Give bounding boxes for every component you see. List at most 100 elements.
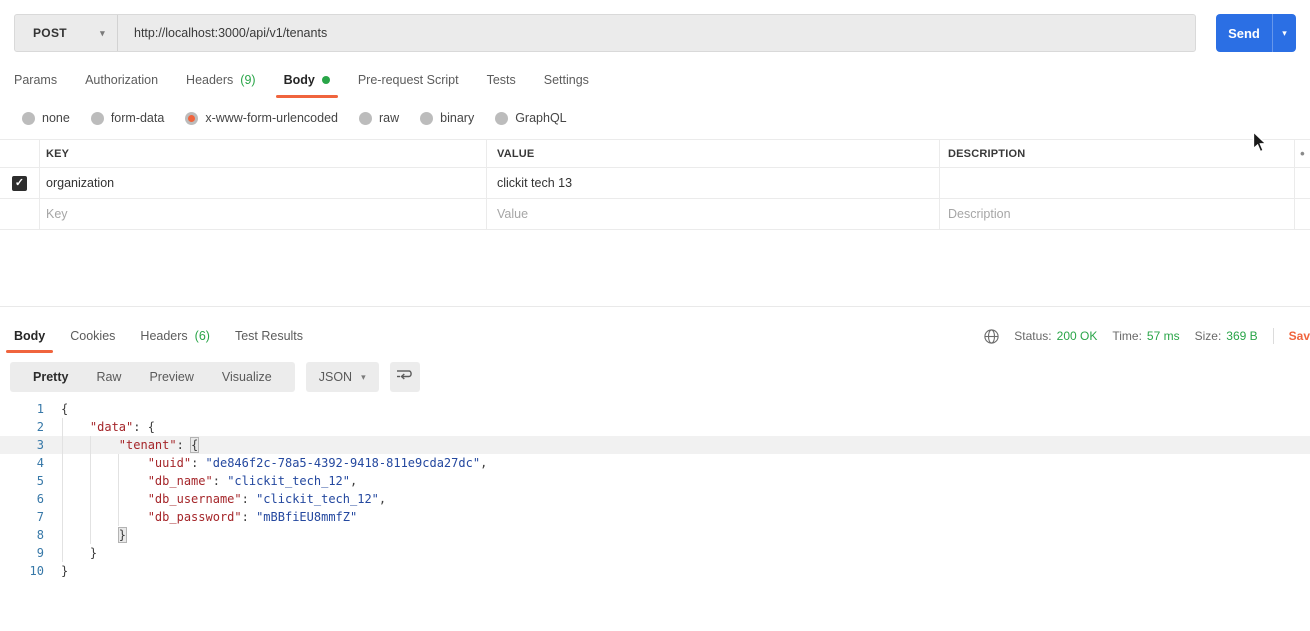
response-body-code: 1 {2 "data": {3 "tenant": {4 "uuid": "de8… xyxy=(0,400,1310,580)
meta-divider xyxy=(1272,328,1274,344)
tab-label: Body xyxy=(283,73,315,87)
json-punctuation xyxy=(61,456,148,470)
body-mode-label: GraphQL xyxy=(515,111,567,125)
code-line-content: } xyxy=(44,526,128,544)
body-mode-raw[interactable]: raw xyxy=(359,111,399,125)
line-number: 1 xyxy=(36,402,44,416)
key-input[interactable]: Key xyxy=(40,199,487,229)
code-line-3: 3 "tenant": { xyxy=(0,436,1310,454)
key-cell[interactable]: organization xyxy=(40,168,487,198)
json-punctuation xyxy=(61,546,90,560)
view-preview[interactable]: Preview xyxy=(135,362,207,392)
json-string-value: "mBBfiEU8mmfZ" xyxy=(256,510,358,524)
description-input[interactable]: Description xyxy=(940,199,1295,229)
radio-selected-icon[interactable] xyxy=(185,111,199,125)
tab-params[interactable]: Params xyxy=(14,64,57,96)
code-line-content: } xyxy=(44,562,68,580)
value-cell[interactable]: clickit tech 13 xyxy=(487,168,940,198)
code-line-7: 7 "db_password": "mBBfiEU8mmfZ" xyxy=(0,508,1310,526)
chevron-down-icon: ▾ xyxy=(100,27,105,38)
column-header-key: KEY xyxy=(40,140,487,167)
response-toolbar: Pretty Raw Preview Visualize JSON ▾ xyxy=(10,362,420,392)
json-punctuation: { xyxy=(61,402,69,416)
body-mode-form-data[interactable]: form-data xyxy=(90,111,164,125)
view-visualize[interactable]: Visualize xyxy=(208,362,286,392)
radio-icon[interactable] xyxy=(495,111,509,125)
time-value: 57 ms xyxy=(1146,329,1180,343)
line-number: 7 xyxy=(36,510,44,524)
code-line-2: 2 "data": { xyxy=(0,418,1310,436)
json-punctuation xyxy=(61,510,148,524)
body-mode-label: binary xyxy=(440,111,475,125)
table-header-row: KEY VALUE DESCRIPTION • xyxy=(0,139,1310,168)
json-punctuation: : xyxy=(212,474,228,488)
value-input[interactable]: Value xyxy=(487,199,940,229)
body-mode-x-www-form-urlencoded[interactable]: x-www-form-urlencoded xyxy=(185,111,338,125)
tab-test-results[interactable]: Test Results xyxy=(235,321,303,351)
method-label: POST xyxy=(33,26,67,40)
json-punctuation: : xyxy=(191,456,206,470)
body-mode-label: raw xyxy=(379,111,400,125)
tab-tests[interactable]: Tests xyxy=(487,64,516,96)
line-number: 4 xyxy=(36,456,44,470)
json-punctuation: , xyxy=(350,474,358,488)
body-mode-none[interactable]: none xyxy=(22,111,70,125)
send-options-chevron-icon[interactable]: ▾ xyxy=(1273,14,1296,52)
json-key: "db_password" xyxy=(147,510,242,524)
tab-authorization[interactable]: Authorization xyxy=(85,64,158,96)
description-cell[interactable] xyxy=(940,168,1295,198)
indent-guide xyxy=(62,418,63,562)
table-placeholder-row: Key Value Description xyxy=(0,199,1310,230)
code-line-9: 9 } xyxy=(0,544,1310,562)
send-label[interactable]: Send xyxy=(1216,14,1273,52)
column-header-value: VALUE xyxy=(487,140,940,167)
code-line-4: 4 "uuid": "de846f2c-78a5-4392-9418-811e9… xyxy=(0,454,1310,472)
language-select[interactable]: JSON ▾ xyxy=(305,362,379,392)
tab-body[interactable]: Body xyxy=(275,64,339,98)
tab-settings[interactable]: Settings xyxy=(544,64,589,96)
status-label: Status: xyxy=(1014,329,1052,343)
body-mode-graphql[interactable]: GraphQL xyxy=(495,111,567,125)
view-raw[interactable]: Raw xyxy=(82,362,135,392)
json-punctuation: { xyxy=(190,437,200,453)
tab-cookies[interactable]: Cookies xyxy=(70,321,115,351)
language-label: JSON xyxy=(318,370,353,384)
radio-icon[interactable] xyxy=(90,111,104,125)
method-select[interactable]: POST ▾ xyxy=(15,15,118,51)
radio-icon[interactable] xyxy=(359,111,372,125)
tab-pre-request-script[interactable]: Pre-request Script xyxy=(358,64,459,96)
tab-headers[interactable]: Headers (9) xyxy=(186,64,256,96)
table-options-icon[interactable]: • xyxy=(1295,140,1310,167)
url-input[interactable]: http://localhost:3000/api/v1/tenants xyxy=(118,15,1195,51)
tab-body[interactable]: Body xyxy=(5,321,54,353)
line-number: 8 xyxy=(36,528,44,542)
globe-icon[interactable] xyxy=(984,328,999,344)
line-number: 5 xyxy=(36,474,44,488)
row-checkbox[interactable]: ✓ xyxy=(12,175,27,191)
indent-guide xyxy=(118,454,119,526)
json-punctuation: : xyxy=(176,438,192,452)
json-punctuation xyxy=(61,420,90,434)
json-key: "db_name" xyxy=(147,474,213,488)
status-indicator: Status: 200 OK xyxy=(1014,329,1097,343)
json-string-value: "de846f2c-78a5-4392-9418-811e9cda27dc" xyxy=(205,456,481,470)
radio-icon[interactable] xyxy=(420,111,434,125)
json-punctuation: , xyxy=(480,456,488,470)
body-mode-binary[interactable]: binary xyxy=(420,111,474,125)
tab-label: Headers xyxy=(140,329,188,343)
request-tabs: Params Authorization Headers (9) Body Pre-req… xyxy=(14,64,589,98)
radio-icon[interactable] xyxy=(22,111,35,125)
body-mode-label: none xyxy=(42,111,70,125)
tab-label: Params xyxy=(14,73,58,87)
save-response-button[interactable]: Sav xyxy=(1289,329,1310,343)
json-punctuation: } xyxy=(61,564,69,578)
code-line-10: 10} xyxy=(0,562,1310,580)
body-mode-label: x-www-form-urlencoded xyxy=(205,111,338,125)
chevron-down-icon: ▾ xyxy=(361,371,366,382)
tab-headers[interactable]: Headers (6) xyxy=(140,321,210,351)
view-pretty[interactable]: Pretty xyxy=(19,362,82,392)
send-button[interactable]: Send ▾ xyxy=(1216,14,1296,52)
wrap-text-button[interactable] xyxy=(389,362,420,392)
time-label: Time: xyxy=(1112,329,1142,343)
line-number: 10 xyxy=(29,564,44,578)
